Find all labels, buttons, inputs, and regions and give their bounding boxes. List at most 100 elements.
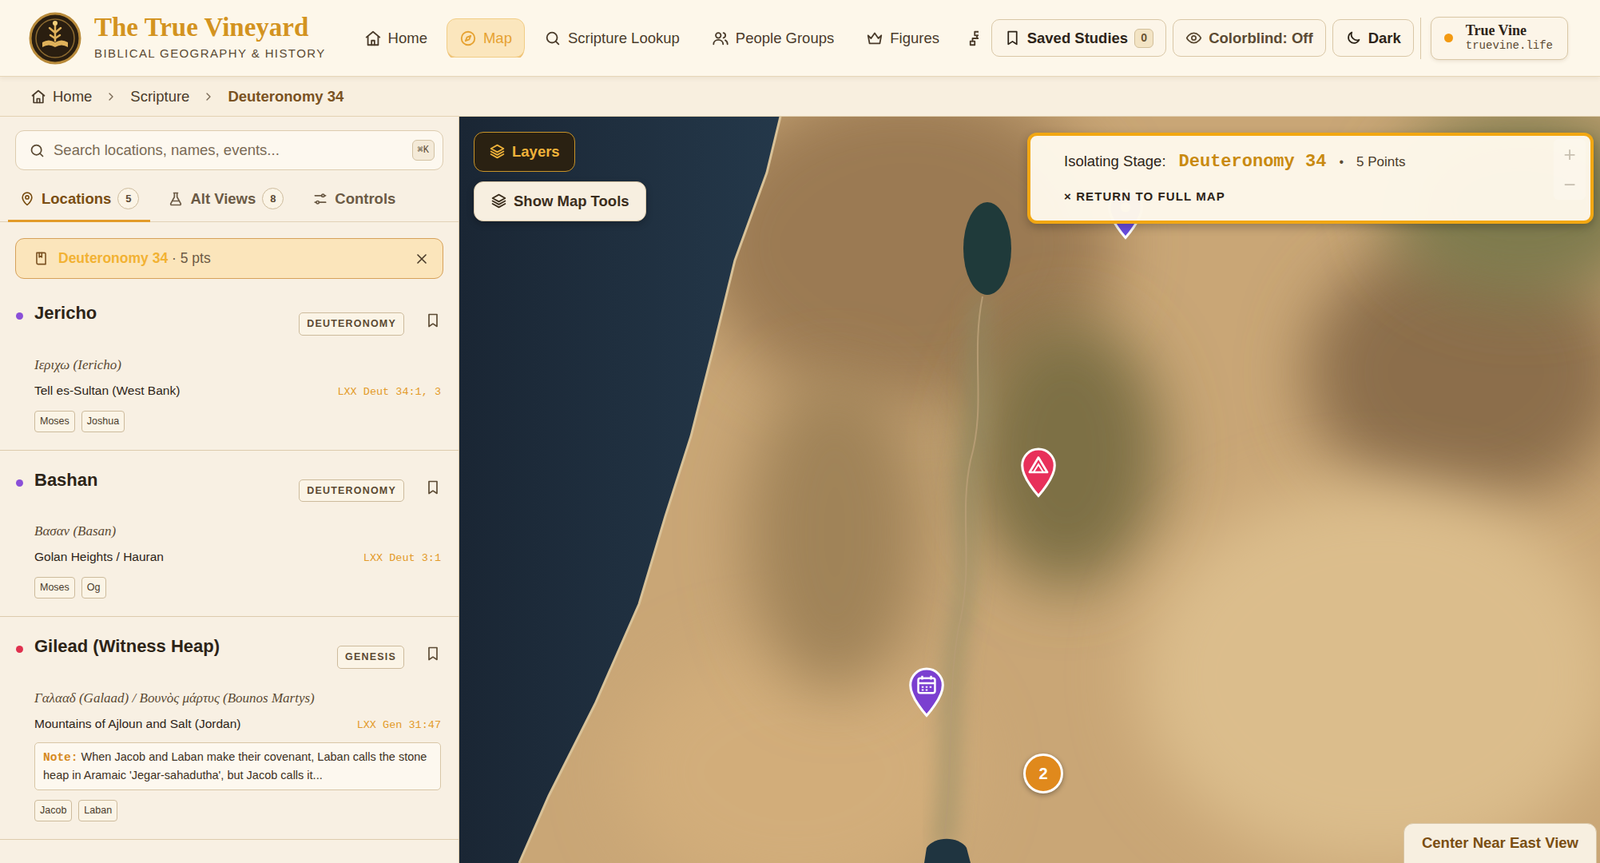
breadcrumb-label: Deuteronomy 34: [227, 85, 344, 108]
tab-count: 8: [262, 187, 284, 210]
nav-label: Scripture Lookup: [567, 27, 680, 50]
compass-icon: [459, 29, 477, 48]
theme-label: Dark: [1368, 27, 1402, 50]
nav-link[interactable]: Figures: [853, 18, 953, 59]
colorblind-toggle[interactable]: Colorblind: Off: [1172, 19, 1327, 57]
breadcrumb-item[interactable]: Scripture: [130, 85, 190, 108]
bookmark-button[interactable]: [424, 479, 441, 496]
account-badge[interactable]: True Vinetruevine.life: [1430, 16, 1569, 60]
stage-count: 5 Points: [1356, 151, 1406, 173]
tab[interactable]: Locations5: [7, 178, 151, 223]
layers-label: Layers: [512, 140, 560, 163]
greek-name: Γαλααδ (Galaad) / Βουνὸς μάρτυς (Bounos …: [34, 689, 441, 707]
top-actions: Saved Studies0 Colorblind: Off Dark True Vi…: [991, 16, 1569, 60]
bookmark-button[interactable]: [424, 645, 441, 662]
bookmark-icon: [424, 479, 441, 496]
bookmark-button[interactable]: [424, 312, 441, 329]
location-dot: [15, 312, 24, 320]
clear-filter-button[interactable]: [413, 250, 430, 267]
nav-link[interactable]: Map: [446, 18, 525, 59]
saved-studies-button[interactable]: Saved Studies0: [991, 19, 1167, 57]
nav-overflow[interactable]: [958, 29, 979, 48]
stage-prefix: Isolating Stage:: [1064, 150, 1167, 173]
layers-icon: [488, 142, 506, 160]
nav-label: Figures: [889, 27, 940, 50]
site-subtitle: BIBLICAL GEOGRAPHY & HISTORY: [94, 44, 326, 64]
scripture-ref: LXX Deut 3:1: [363, 549, 441, 568]
return-label: × RETURN TO FULL MAP: [1064, 187, 1226, 207]
note-label: Note:: [43, 750, 79, 764]
nav-label: People Groups: [735, 27, 834, 50]
location-card[interactable]: Gilead (Witness Heap)GENESISΓαλααδ (Gala…: [0, 616, 459, 840]
map[interactable]: Layers Show Map Tools 2 Isolating Stage: Deu…: [459, 116, 1600, 863]
main-nav: Home Map Scripture Lookup People Groups Figu…: [351, 18, 979, 59]
sidebar: ⌘K Locations5 Alt Views 8 Controls Deuteronom…: [0, 116, 460, 863]
breadcrumb-item[interactable]: Home: [30, 85, 92, 108]
location-list: JerichoDEUTERONOMYΙεριχω (Iericho)Tell e…: [0, 283, 459, 840]
map-tools-button[interactable]: Show Map Tools: [473, 181, 647, 222]
breadcrumb: Home Scripture Deuteronomy 34: [0, 76, 1600, 117]
tab-label: Locations: [41, 187, 112, 211]
chevron-icon: [104, 90, 118, 104]
filter-detail: · 5 pts: [171, 250, 211, 267]
tab-bar: Locations5 Alt Views 8 Controls: [0, 178, 459, 223]
book-badge: DEUTERONOMY: [298, 312, 405, 336]
layers-icon: [490, 192, 508, 210]
zoom-button[interactable]: +: [1553, 138, 1586, 170]
return-button[interactable]: × RETURN TO FULL MAP: [1064, 189, 1226, 203]
account-name: True Vine: [1465, 23, 1553, 40]
shortcut-hint: ⌘K: [412, 139, 435, 161]
search-icon: [543, 29, 562, 48]
nav-label: Map: [483, 27, 513, 50]
site-title: The True Vineyard: [94, 13, 326, 42]
stage-panel: Isolating Stage: Deuteronomy 34 • 5 Points ×…: [1027, 132, 1594, 224]
location-card[interactable]: BashanDEUTERONOMYΒασαν (Basan)Golan Heig…: [0, 450, 459, 618]
breadcrumb-item[interactable]: Deuteronomy 34: [227, 85, 344, 108]
location-dot: [15, 479, 24, 487]
zoom-button[interactable]: −: [1553, 169, 1586, 200]
center-view-button[interactable]: Center Near East View: [1403, 822, 1597, 863]
filter-chip: Deuteronomy 34 · 5 pts: [15, 238, 444, 279]
brand[interactable]: The True VineyardBIBLICAL GEOGRAPHY & HI…: [28, 11, 326, 65]
book-icon: [33, 250, 49, 267]
modern-site: Golan Heights / Hauran: [34, 547, 164, 566]
modern-site: Mountains of Ajloun and Salt (Jordan): [34, 714, 242, 733]
app: The True VineyardBIBLICAL GEOGRAPHY & HI…: [0, 0, 1600, 863]
location-name: Jericho: [34, 301, 293, 326]
note-text: When Jacob and Laban make their covenant…: [43, 750, 427, 782]
cluster-marker[interactable]: 2: [1023, 753, 1064, 794]
crown-icon: [865, 29, 884, 48]
person-tag: Joshua: [81, 410, 125, 433]
stage-name: Deuteronomy 34: [1179, 148, 1327, 175]
nav-label: Home: [388, 27, 428, 50]
separator-dot: •: [1338, 152, 1344, 172]
saved-count: 0: [1134, 28, 1154, 48]
event-pin-icon[interactable]: [906, 666, 947, 718]
chevron-icon: [202, 90, 215, 104]
breadcrumb-label: Home: [52, 85, 92, 108]
colorblind-label: Colorblind: Off: [1208, 27, 1314, 50]
search-input[interactable]: [51, 138, 406, 163]
zoom-control: +−: [1553, 138, 1586, 200]
tab[interactable]: Alt Views 8: [156, 178, 295, 223]
greek-name: Βασαν (Basan): [34, 522, 441, 540]
nav-link[interactable]: Home: [351, 18, 441, 59]
tab-count: 5: [117, 187, 139, 210]
pin-icon: [19, 190, 36, 207]
tab[interactable]: Controls: [301, 178, 407, 223]
home-icon: [30, 88, 47, 105]
layers-button[interactable]: Layers: [473, 131, 576, 172]
workspace: ⌘K Locations5 Alt Views 8 Controls Deuteronom…: [0, 116, 1600, 863]
status-dot: [1444, 33, 1454, 43]
location-card[interactable]: JerichoDEUTERONOMYΙεριχω (Iericho)Tell e…: [0, 283, 459, 451]
nav-link[interactable]: Scripture Lookup: [531, 18, 693, 59]
top-bar: The True VineyardBIBLICAL GEOGRAPHY & HI…: [0, 0, 1600, 77]
filter-label: Deuteronomy 34: [58, 250, 168, 267]
tab-label: Alt Views: [190, 187, 256, 211]
theme-toggle[interactable]: Dark: [1332, 19, 1414, 57]
account-domain: truevine.life: [1465, 39, 1553, 53]
hierarchy-icon: [968, 29, 979, 48]
note-box: Note: When Jacob and Laban make their co…: [34, 742, 441, 791]
mountain-pin-icon[interactable]: [1018, 446, 1059, 498]
nav-link[interactable]: People Groups: [698, 18, 847, 59]
